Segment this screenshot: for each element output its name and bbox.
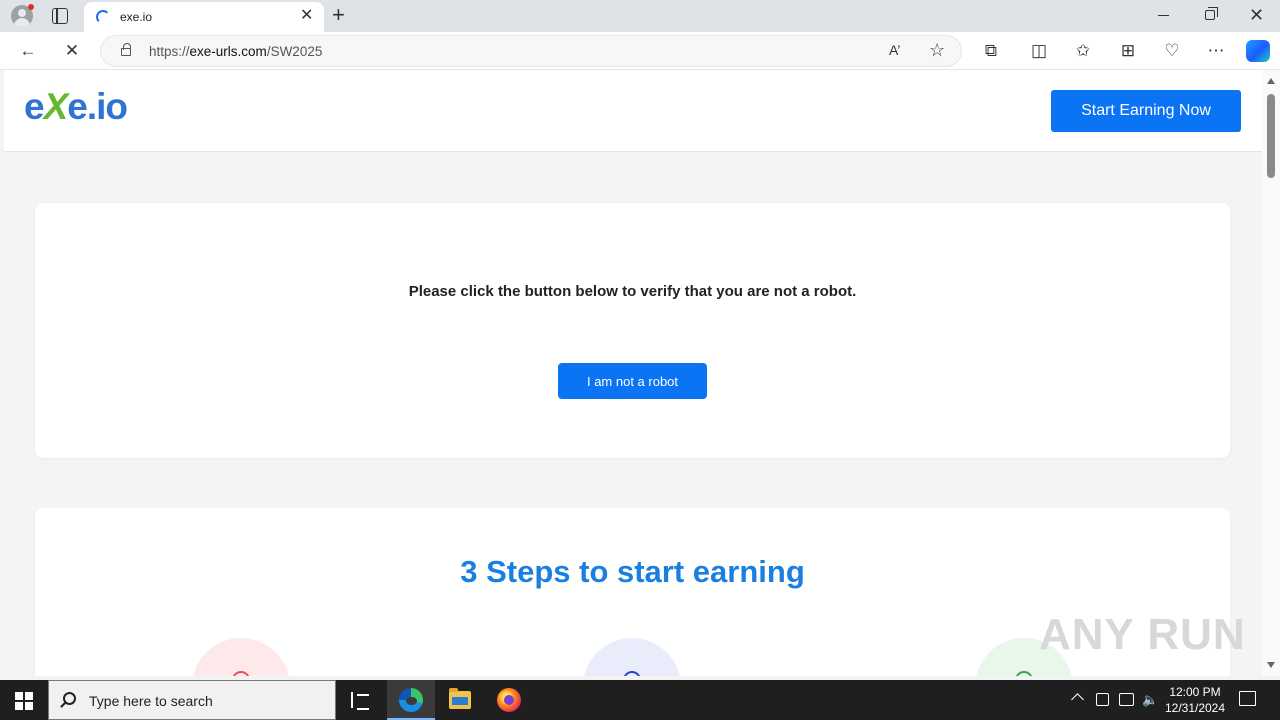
- clock-date: 12/31/2024: [1164, 701, 1226, 715]
- step-1-icon: [192, 638, 290, 676]
- browser-essentials-icon[interactable]: ♡: [1160, 39, 1184, 63]
- verification-prompt: Please click the button below to verify …: [408, 283, 857, 300]
- taskbar-edge[interactable]: [387, 680, 435, 720]
- search-placeholder[interactable]: Type here to search: [89, 693, 213, 709]
- taskbar-clock[interactable]: 12:00 PM 12/31/2024: [1160, 684, 1230, 716]
- page-scrollbar[interactable]: [1262, 70, 1280, 676]
- browser-toolbar: ← ✕ https://exe-urls.com/SW2025 A’ ☆ ⧉ ◫…: [0, 32, 1280, 70]
- verification-card: Please click the button below to verify …: [35, 203, 1230, 458]
- steps-title: 3 Steps to start earning: [460, 554, 805, 589]
- address-bar[interactable]: https://exe-urls.com/SW2025 A’ ☆: [100, 35, 962, 67]
- lock-icon[interactable]: [121, 43, 131, 56]
- file-explorer-icon[interactable]: [449, 688, 471, 709]
- site-logo[interactable]: eXe.io: [24, 86, 128, 128]
- restore-icon[interactable]: [1205, 7, 1218, 20]
- window-close-icon[interactable]: ✕: [1249, 6, 1264, 24]
- scroll-up-icon[interactable]: [1267, 78, 1275, 84]
- scroll-down-icon[interactable]: [1267, 662, 1275, 668]
- firefox-icon[interactable]: [497, 688, 521, 712]
- not-a-robot-button[interactable]: I am not a robot: [558, 363, 707, 399]
- start-earning-button[interactable]: Start Earning Now: [1051, 90, 1241, 132]
- tab-strip: exe.io ✕ + ✕: [0, 0, 1280, 32]
- extensions-icon[interactable]: ⧉: [979, 39, 1003, 63]
- more-icon[interactable]: ⋯: [1204, 39, 1228, 63]
- favorites-icon[interactable]: ✩: [1071, 39, 1095, 63]
- favorite-star-icon[interactable]: ☆: [929, 40, 945, 61]
- page-viewport: eXe.io Start Earning Now Please click th…: [4, 70, 1262, 676]
- edge-icon: [399, 688, 423, 712]
- task-view-icon[interactable]: [351, 692, 369, 710]
- new-tab-icon[interactable]: +: [332, 3, 345, 27]
- read-aloud-icon[interactable]: A’: [889, 42, 900, 58]
- tab-title: exe.io: [120, 10, 153, 24]
- meet-now-icon[interactable]: [1096, 693, 1109, 706]
- copilot-icon[interactable]: [1246, 40, 1270, 62]
- volume-icon[interactable]: 🔈: [1142, 692, 1158, 708]
- anyrun-watermark: ANY RUN: [1039, 610, 1246, 659]
- notification-dot: [28, 4, 34, 10]
- minimize-icon[interactable]: [1158, 15, 1169, 16]
- search-icon: [63, 692, 76, 705]
- tray-overflow-icon[interactable]: [1071, 693, 1084, 706]
- split-screen-icon[interactable]: ◫: [1027, 39, 1051, 63]
- scrollbar-thumb[interactable]: [1267, 94, 1275, 178]
- browser-tab[interactable]: exe.io ✕: [84, 2, 324, 32]
- close-tab-icon[interactable]: ✕: [300, 8, 313, 24]
- loading-spinner-icon: [96, 10, 110, 24]
- network-icon[interactable]: [1119, 693, 1134, 706]
- collections-icon[interactable]: ⊞: [1116, 39, 1140, 63]
- step-2-icon: [583, 638, 681, 676]
- site-header: eXe.io Start Earning Now: [4, 70, 1262, 152]
- taskbar-search[interactable]: Type here to search: [48, 680, 336, 720]
- url-text[interactable]: https://exe-urls.com/SW2025: [149, 44, 322, 59]
- back-icon[interactable]: ←: [16, 39, 40, 63]
- tab-actions-icon[interactable]: [52, 8, 68, 24]
- windows-start-icon[interactable]: [15, 692, 33, 710]
- taskbar: Type here to search 🔈 12:00 PM 12/31/202…: [0, 680, 1280, 720]
- clock-time: 12:00 PM: [1169, 685, 1221, 699]
- stop-loading-icon[interactable]: ✕: [60, 39, 84, 63]
- notifications-icon[interactable]: [1239, 691, 1256, 706]
